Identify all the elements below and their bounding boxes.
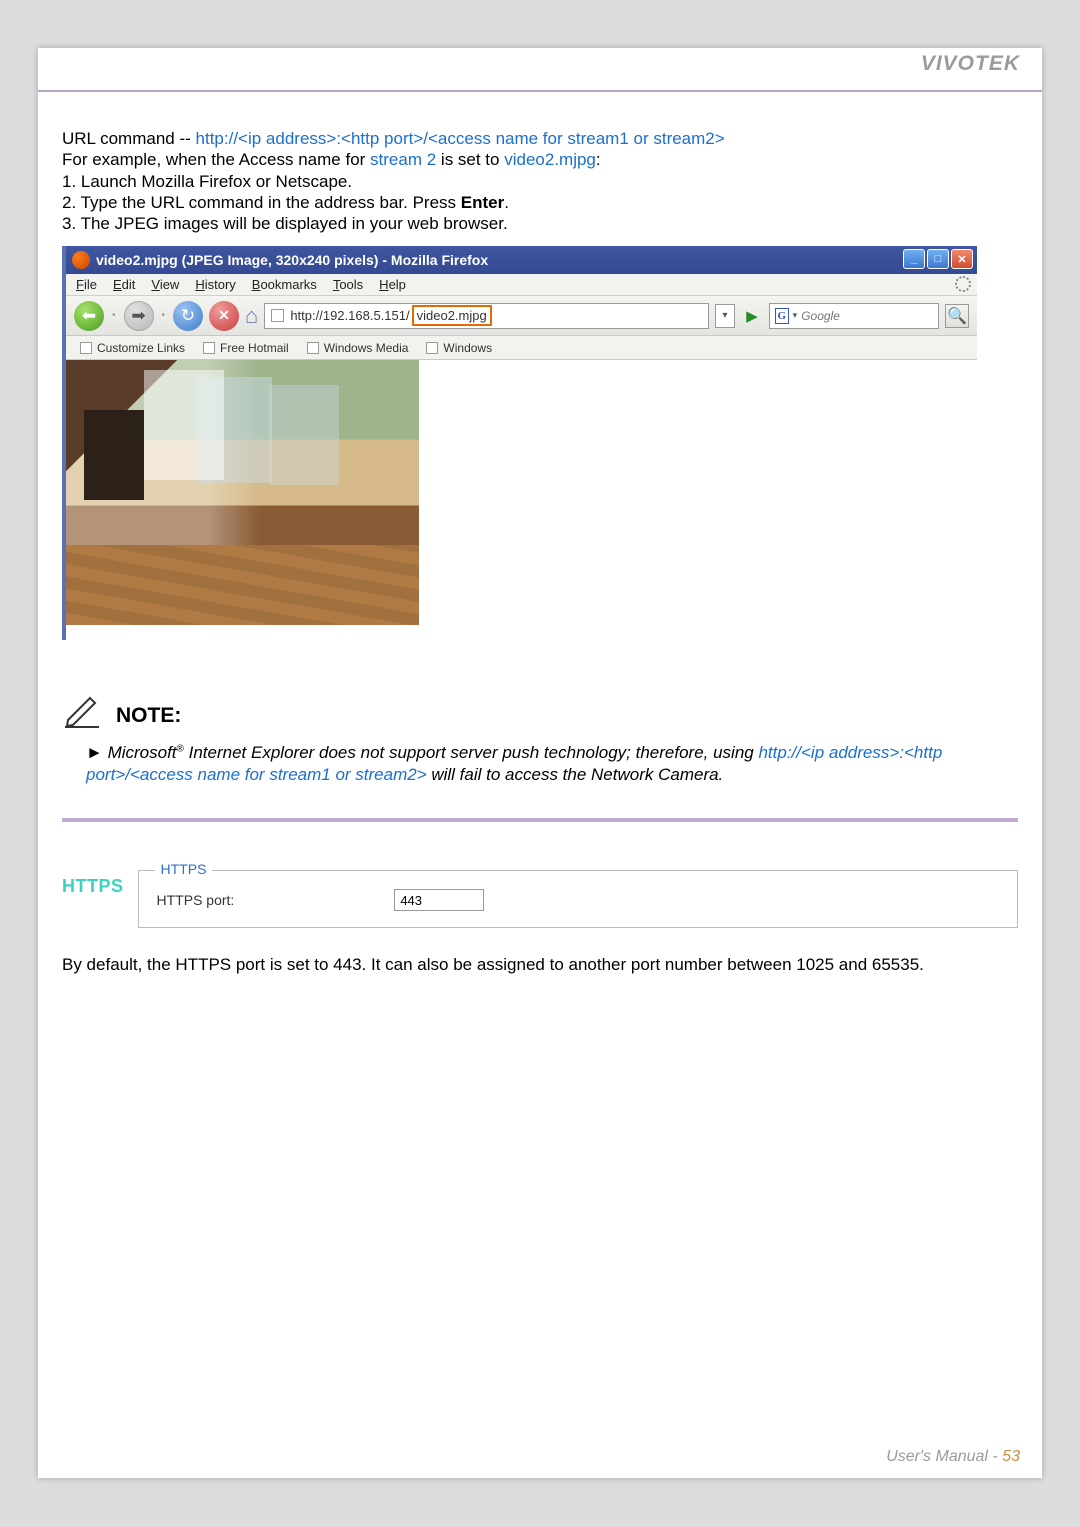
note-title: NOTE: [116, 704, 181, 728]
registered-mark: ® [177, 744, 184, 755]
note-block: NOTE: ► Microsoft® Internet Explorer doe… [62, 688, 1018, 822]
bookmark-customize-links[interactable]: Customize Links [80, 341, 185, 355]
step-3: 3. The JPEG images will be displayed in … [62, 214, 508, 233]
stream-label: stream 2 [370, 150, 436, 169]
step-2-enter: Enter [461, 193, 504, 212]
address-highlight: video2.mjpg [412, 305, 492, 326]
brand-label: VIVOTEK [921, 52, 1020, 76]
bookmark-label: Windows Media [324, 341, 409, 355]
step-2c: . [504, 193, 509, 212]
bookmark-label: Windows [443, 341, 492, 355]
note-pencil-icon [62, 688, 102, 728]
firefox-icon [72, 251, 90, 269]
menu-bookmarks[interactable]: Bookmarks [252, 277, 317, 292]
menu-file[interactable]: File [76, 277, 97, 292]
menu-help[interactable]: Help [379, 277, 406, 292]
https-port-input[interactable] [394, 889, 484, 911]
menu-history[interactable]: History [195, 277, 235, 292]
search-go-button[interactable]: 🔍 [945, 304, 969, 328]
address-prefix: http://192.168.5.151/ [290, 308, 409, 323]
address-dropdown[interactable]: ▾ [715, 304, 735, 328]
page-content: URL command -- http://<ip address>:<http… [38, 92, 1042, 995]
https-heading: HTTPS [62, 870, 124, 928]
example-colon: : [596, 150, 601, 169]
page-icon [271, 309, 284, 322]
example-text-2: is set to [436, 150, 504, 169]
note-body: ► Microsoft® Internet Explorer does not … [62, 736, 1018, 808]
note-divider [62, 818, 1018, 822]
window-buttons: _ □ ✕ [903, 249, 973, 269]
bookmark-icon [426, 342, 438, 354]
search-box[interactable]: G ▾ [769, 303, 939, 329]
note-arrow: ► [86, 743, 103, 762]
footer-label: User's Manual - [886, 1448, 1002, 1465]
https-fieldset: HTTPS HTTPS port: [138, 870, 1018, 928]
forward-button[interactable]: ➡ [124, 301, 154, 331]
bookmark-icon [307, 342, 319, 354]
bookmark-windows-media[interactable]: Windows Media [307, 341, 409, 355]
bookmark-icon [203, 342, 215, 354]
firefox-content-area [66, 360, 977, 640]
url-command-block: URL command -- http://<ip address>:<http… [62, 128, 1018, 234]
document-page: VIVOTEK URL command -- http://<ip addres… [38, 48, 1042, 1478]
menu-view[interactable]: View [151, 277, 179, 292]
note-head: NOTE: [62, 688, 1018, 736]
note-text-3: will fail to access the Network Camera. [427, 765, 724, 784]
bookmark-windows[interactable]: Windows [426, 341, 492, 355]
separator-dot: • [112, 310, 116, 321]
reload-button[interactable]: ↻ [173, 301, 203, 331]
separator-dot-2: • [162, 310, 166, 321]
step-2a: 2. Type the URL command in the address b… [62, 193, 461, 212]
search-engine-drop[interactable]: ▾ [793, 310, 798, 321]
firefox-titlebar: video2.mjpg (JPEG Image, 320x240 pixels)… [66, 246, 977, 274]
minimize-button[interactable]: _ [903, 249, 925, 269]
maximize-button[interactable]: □ [927, 249, 949, 269]
firefox-window: video2.mjpg (JPEG Image, 320x240 pixels)… [62, 246, 977, 640]
home-button[interactable]: ⌂ [245, 303, 258, 329]
bookmark-label: Free Hotmail [220, 341, 289, 355]
firefox-menubar: File Edit View History Bookmarks Tools H… [66, 274, 977, 296]
close-button[interactable]: ✕ [951, 249, 973, 269]
address-bar[interactable]: http://192.168.5.151/video2.mjpg [264, 303, 709, 329]
firefox-window-title: video2.mjpg (JPEG Image, 320x240 pixels)… [96, 252, 488, 268]
google-icon: G [775, 308, 789, 324]
note-text-2: Internet Explorer does not support serve… [184, 743, 759, 762]
https-port-label: HTTPS port: [157, 892, 235, 908]
mjpg-name: video2.mjpg [504, 150, 596, 169]
url-prefix: URL command -- [62, 129, 196, 148]
stop-button[interactable]: ✕ [209, 301, 239, 331]
https-description: By default, the HTTPS port is set to 443… [62, 954, 1018, 976]
camera-stream-image [66, 360, 419, 625]
bookmark-label: Customize Links [97, 341, 185, 355]
bookmarks-bar: Customize Links Free Hotmail Windows Med… [66, 336, 977, 360]
step-1: 1. Launch Mozilla Firefox or Netscape. [62, 172, 352, 191]
url-pattern: http://<ip address>:<http port>/<access … [196, 129, 725, 148]
search-input[interactable] [801, 309, 933, 323]
page-footer: User's Manual - 53 [886, 1448, 1020, 1466]
firefox-toolbar: ⬅ • ➡ • ↻ ✕ ⌂ http://192.168.5.151/video… [66, 296, 977, 336]
bookmark-icon [80, 342, 92, 354]
https-legend: HTTPS [155, 861, 213, 877]
page-header: VIVOTEK [38, 48, 1042, 92]
https-section: HTTPS HTTPS HTTPS port: [62, 870, 1018, 928]
back-button[interactable]: ⬅ [74, 301, 104, 331]
menu-edit[interactable]: Edit [113, 277, 135, 292]
go-button[interactable]: ▶ [741, 307, 763, 325]
note-text-1: Microsoft [108, 743, 177, 762]
footer-page-number: 53 [1002, 1448, 1020, 1465]
example-text-1: For example, when the Access name for [62, 150, 370, 169]
bookmark-free-hotmail[interactable]: Free Hotmail [203, 341, 289, 355]
throbber-icon [955, 276, 971, 292]
menu-tools[interactable]: Tools [333, 277, 363, 292]
